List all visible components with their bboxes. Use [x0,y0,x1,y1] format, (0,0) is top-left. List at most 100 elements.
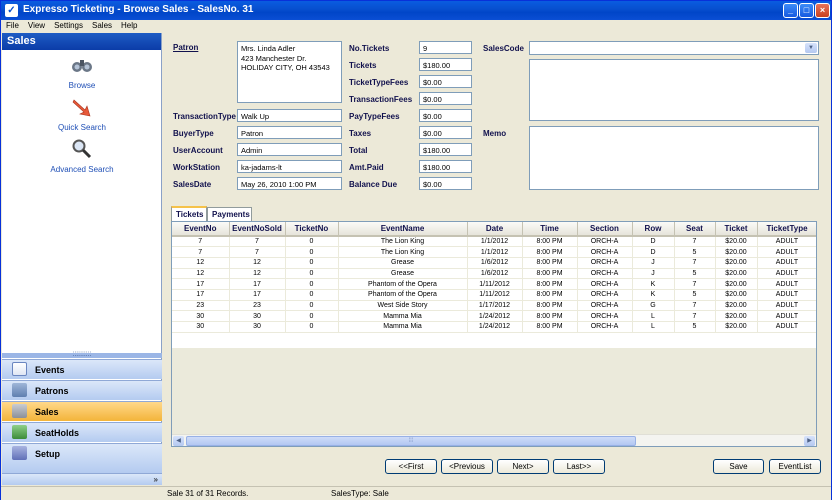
tab-payments[interactable]: Payments [207,207,252,221]
scroll-right-icon[interactable]: ▶ [804,436,815,446]
col-tickettype[interactable]: TicketType [757,222,816,237]
quick-search[interactable]: Quick Search [2,97,162,132]
menu-view[interactable]: View [23,20,49,30]
tab-tickets[interactable]: Tickets [171,206,207,221]
col-ticketno[interactable]: TicketNo [285,222,339,237]
user-account-field[interactable]: Admin [237,143,342,156]
balance-due-field[interactable]: $0.00 [419,177,472,190]
menu-help[interactable]: Help [116,20,141,30]
col-time[interactable]: Time [522,222,578,237]
sales-code-dropdown[interactable]: ▼ [529,41,819,55]
col-ticket[interactable]: Ticket [715,222,758,237]
col-date[interactable]: Date [467,222,523,237]
magnifier-icon [72,139,92,159]
transaction-type-label: TransactionType [173,112,236,121]
last-button[interactable]: Last>> [553,459,605,474]
col-eventno[interactable]: EventNo [172,222,230,237]
table-row[interactable]: 23 23 0 West Side Story 1/17/2012 8:00 PM ORCH… [172,300,816,312]
table-cell: ORCH-A [577,321,633,333]
table-cell: 17 [172,278,230,290]
chevron-down-icon[interactable]: ▼ [805,43,817,53]
table-cell: 8:00 PM [522,321,578,333]
table-cell: ORCH-A [577,300,633,312]
quick-search-label: Quick Search [57,123,107,132]
table-cell: 17 [229,278,286,290]
nav-setup[interactable]: Setup [2,443,162,473]
sales-code-notes[interactable] [529,59,819,121]
col-eventnosold[interactable]: EventNoSold [229,222,286,237]
scroll-thumb[interactable]: ⁞⁞⁞ [186,436,636,446]
table-cell: 8:00 PM [522,278,578,290]
table-row[interactable]: 17 17 0 Phantom of the Opera 1/11/2012 8:00 P… [172,289,816,301]
taxes-field[interactable]: $0.00 [419,126,472,139]
table-row[interactable]: 7 7 0 The Lion King 1/1/2012 8:00 PM ORCH-A D 5 $… [172,246,816,258]
table-cell: 8:00 PM [522,236,578,248]
table-row[interactable]: 12 12 0 Grease 1/6/2012 8:00 PM ORCH-A J 7 $20.00… [172,257,816,269]
nav-seatholds[interactable]: SeatHolds [2,422,162,442]
nav-events[interactable]: Events [2,359,162,379]
eventlist-button[interactable]: EventList [769,459,821,474]
col-seat[interactable]: Seat [674,222,716,237]
table-cell: 5 [674,268,716,280]
col-section[interactable]: Section [577,222,633,237]
table-row[interactable]: 30 30 0 Mamma Mia 1/24/2012 8:00 PM ORCH-A L 5 $2… [172,321,816,333]
table-cell: 23 [229,300,286,312]
nav-patrons[interactable]: Patrons [2,380,162,400]
scroll-left-icon[interactable]: ◀ [173,436,184,446]
table-cell: The Lion King [338,236,468,248]
table-row[interactable]: 7 7 0 The Lion King 1/1/2012 8:00 PM ORCH-A D 7 $… [172,236,816,248]
ticket-type-fees-field[interactable]: $0.00 [419,75,472,88]
nav-sales[interactable]: Sales [2,401,162,421]
previous-button[interactable]: <Previous [441,459,493,474]
sales-icon [12,404,27,418]
patron-address-box: Mrs. Linda Adler 423 Manchester Dr. HOLI… [237,41,342,103]
table-cell: D [632,246,675,258]
transaction-type-field[interactable]: Walk Up [237,109,342,122]
status-records: Sale 31 of 31 Records. [167,489,249,498]
menu-settings[interactable]: Settings [49,20,87,30]
workstation-field[interactable]: ka-jadams-lt [237,160,342,173]
calendar-icon [12,362,27,376]
patron-link[interactable]: Patron [173,43,198,52]
table-cell: 0 [285,236,339,248]
pane-splitter[interactable]: ⁚⁚⁚⁚⁚⁚⁚⁚⁚⁚ [2,352,162,358]
first-button[interactable]: <<First [385,459,437,474]
tickets-field[interactable]: $180.00 [419,58,472,71]
table-row[interactable]: 17 17 0 Phantom of the Opera 1/11/2012 8:00 P… [172,278,816,290]
minimize-button[interactable]: _ [783,3,798,18]
save-button[interactable]: Save [713,459,764,474]
next-button[interactable]: Next> [497,459,549,474]
horizontal-scrollbar[interactable]: ◀ ⁞⁞⁞ ▶ [172,434,816,446]
buyer-type-field[interactable]: Patron [237,126,342,139]
table-cell: 0 [285,257,339,269]
menu-file[interactable]: File [1,20,23,30]
table-row[interactable]: 12 12 0 Grease 1/6/2012 8:00 PM ORCH-A J 5 $20.00… [172,268,816,280]
nav-setup-label: Setup [35,449,61,459]
total-field[interactable]: $180.00 [419,143,472,156]
sales-date-field[interactable]: May 26, 2010 1:00 PM [237,177,342,190]
menu-sales[interactable]: Sales [87,20,116,30]
table-cell: 1/11/2012 [467,278,523,290]
table-cell: 8:00 PM [522,289,578,301]
col-eventname[interactable]: EventName [338,222,468,237]
no-tickets-field[interactable]: 9 [419,41,472,54]
advanced-search[interactable]: Advanced Search [2,139,162,174]
title-bar: ✓ Expresso Ticketing - Browse Sales - Sa… [1,1,831,20]
table-cell: 1/1/2012 [467,236,523,248]
pay-type-fees-field[interactable]: $0.00 [419,109,472,122]
memo-field[interactable] [529,126,819,190]
close-button[interactable]: × [815,3,830,18]
table-row[interactable]: 30 30 0 Mamma Mia 1/24/2012 8:00 PM ORCH-A L 7 $2… [172,310,816,322]
table-cell: 12 [229,268,286,280]
amt-paid-field[interactable]: $180.00 [419,160,472,173]
quick-browse[interactable]: Browse [2,55,162,90]
col-row[interactable]: Row [632,222,675,237]
table-cell: $20.00 [715,300,758,312]
maximize-button[interactable]: □ [799,3,814,18]
nav-overflow-button[interactable]: » [2,473,162,485]
table-cell: 7 [229,246,286,258]
table-cell: 5 [674,246,716,258]
table-cell: 7 [674,236,716,248]
table-cell: 8:00 PM [522,257,578,269]
transaction-fees-field[interactable]: $0.00 [419,92,472,105]
